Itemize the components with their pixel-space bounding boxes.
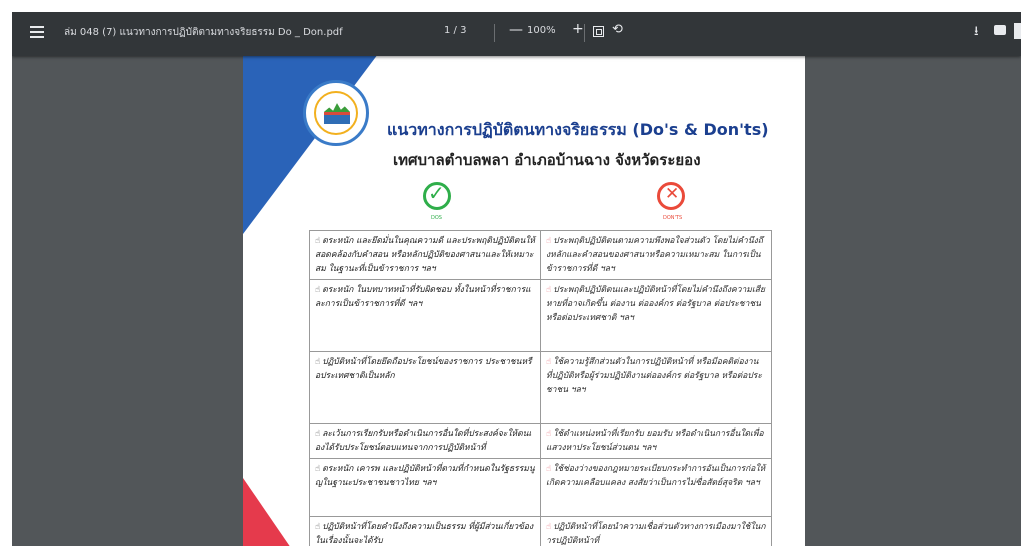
- hand-icon: ☝: [315, 429, 321, 439]
- do-cell: ☝ ปฏิบัติหน้าที่โดยยึดถือประโยชน์ของราชกา…: [309, 351, 541, 424]
- table-row: ☝ ตระหนัก เคารพ และปฏิบัติหน้าที่ตามที่กำ…: [309, 458, 772, 517]
- download-icon[interactable]: ⭳: [974, 22, 979, 44]
- menu-icon[interactable]: [30, 26, 44, 40]
- dont-cell: ☝ ประพฤติปฏิบัติตนและปฏิบัติหน้าที่โดยไม่…: [540, 279, 772, 352]
- hand-icon: ☝: [546, 522, 552, 532]
- toolbar-divider: [584, 24, 585, 42]
- pdf-page: แนวทางการปฏิบัติตนทางจริยธรรม (Do's & Do…: [243, 54, 805, 546]
- zoom-level-input[interactable]: 100%: [527, 25, 556, 36]
- do-cell: ☝ ละเว้นการเรียกรับหรือดำเนินการอื่นใดที่…: [309, 423, 541, 459]
- print-icon[interactable]: [994, 25, 1006, 35]
- dos-donts-table: ☝ ตระหนัก และยึดมั่นในคุณความดี และประพฤต…: [309, 230, 772, 546]
- document-title: ล่ม 048 (7) แนวทางการปฏิบัติตามทางจริยธร…: [64, 27, 343, 38]
- hand-icon: ☝: [315, 357, 321, 367]
- hand-icon: ☝: [546, 464, 552, 474]
- viewer-toolbar: ล่ม 048 (7) แนวทางการปฏิบัติตามทางจริยธร…: [12, 12, 1021, 56]
- dont-label: DON'TS: [663, 215, 683, 221]
- dont-cell: ☝ ใช้ความรู้สึกส่วนตัวในการปฏิบัติหน้าที่…: [540, 351, 772, 424]
- table-row: ☝ ละเว้นการเรียกรับหรือดำเนินการอื่นใดที่…: [309, 423, 772, 459]
- blue-corner-decoration: [243, 54, 378, 234]
- hand-icon: ☝: [315, 285, 321, 295]
- page-title: แนวทางการปฏิบัติตนทางจริยธรรม (Do's & Do…: [387, 120, 769, 139]
- do-cell: ☝ ปฏิบัติหน้าที่โดยคำนึงถึงความเป็นธรรม ท…: [309, 516, 541, 546]
- fit-page-icon[interactable]: [593, 26, 604, 37]
- page-indicator[interactable]: 1 / 3: [444, 25, 466, 36]
- do-cell: ☝ ตระหนัก และยึดมั่นในคุณความดี และประพฤต…: [309, 230, 541, 280]
- hand-icon: ☝: [546, 285, 552, 295]
- zoom-out-button[interactable]: —: [509, 22, 523, 38]
- hand-icon: ☝: [315, 464, 321, 474]
- hand-icon: ☝: [546, 236, 552, 246]
- do-label: DOS: [431, 215, 442, 221]
- hand-icon: ☝: [546, 429, 552, 439]
- dont-cell: ☝ ใช้ช่องว่างของกฎหมายระเบียบกระทำการอันเ…: [540, 458, 772, 517]
- pdf-viewer: ล่ม 048 (7) แนวทางการปฏิบัติตามทางจริยธร…: [12, 12, 1021, 546]
- hand-icon: ☝: [315, 522, 321, 532]
- rotate-icon[interactable]: ⟲: [612, 22, 623, 37]
- dont-cell: ☝ ประพฤติปฏิบัติตนตามความพึงพอใจส่วนตัว โ…: [540, 230, 772, 280]
- do-cell: ☝ ตระหนัก เคารพ และปฏิบัติหน้าที่ตามที่กำ…: [309, 458, 541, 517]
- check-icon: ✓: [423, 181, 451, 210]
- page-subtitle: เทศบาลตำบลพลา อำเภอบ้านฉาง จังหวัดระยอง: [393, 151, 701, 169]
- red-corner-decoration: [243, 478, 291, 546]
- table-row: ☝ ตระหนัก และยึดมั่นในคุณความดี และประพฤต…: [309, 230, 772, 280]
- dont-cell: ☝ ปฏิบัติหน้าที่โดยนำความเชื่อส่วนตัวทางก…: [540, 516, 772, 546]
- hand-icon: ☝: [315, 236, 321, 246]
- municipality-logo-icon: [303, 80, 369, 146]
- table-row: ☝ ตระหนัก ในบทบาทหน้าที่รับผิดชอบ ทั้งในห…: [309, 279, 772, 352]
- toolbar-divider: [494, 24, 495, 42]
- zoom-in-button[interactable]: +: [572, 21, 584, 37]
- hand-icon: ☝: [546, 357, 552, 367]
- table-row: ☝ ปฏิบัติหน้าที่โดยคำนึงถึงความเป็นธรรม ท…: [309, 516, 772, 546]
- dont-cell: ☝ ใช้ตำแหน่งหน้าที่เรียกรับ ยอมรับ หรือดำ…: [540, 423, 772, 459]
- cross-icon: ✕: [657, 182, 685, 210]
- table-row: ☝ ปฏิบัติหน้าที่โดยยึดถือประโยชน์ของราชกา…: [309, 351, 772, 424]
- do-cell: ☝ ตระหนัก ในบทบาทหน้าที่รับผิดชอบ ทั้งในห…: [309, 279, 541, 352]
- more-options-icon[interactable]: [1014, 23, 1021, 39]
